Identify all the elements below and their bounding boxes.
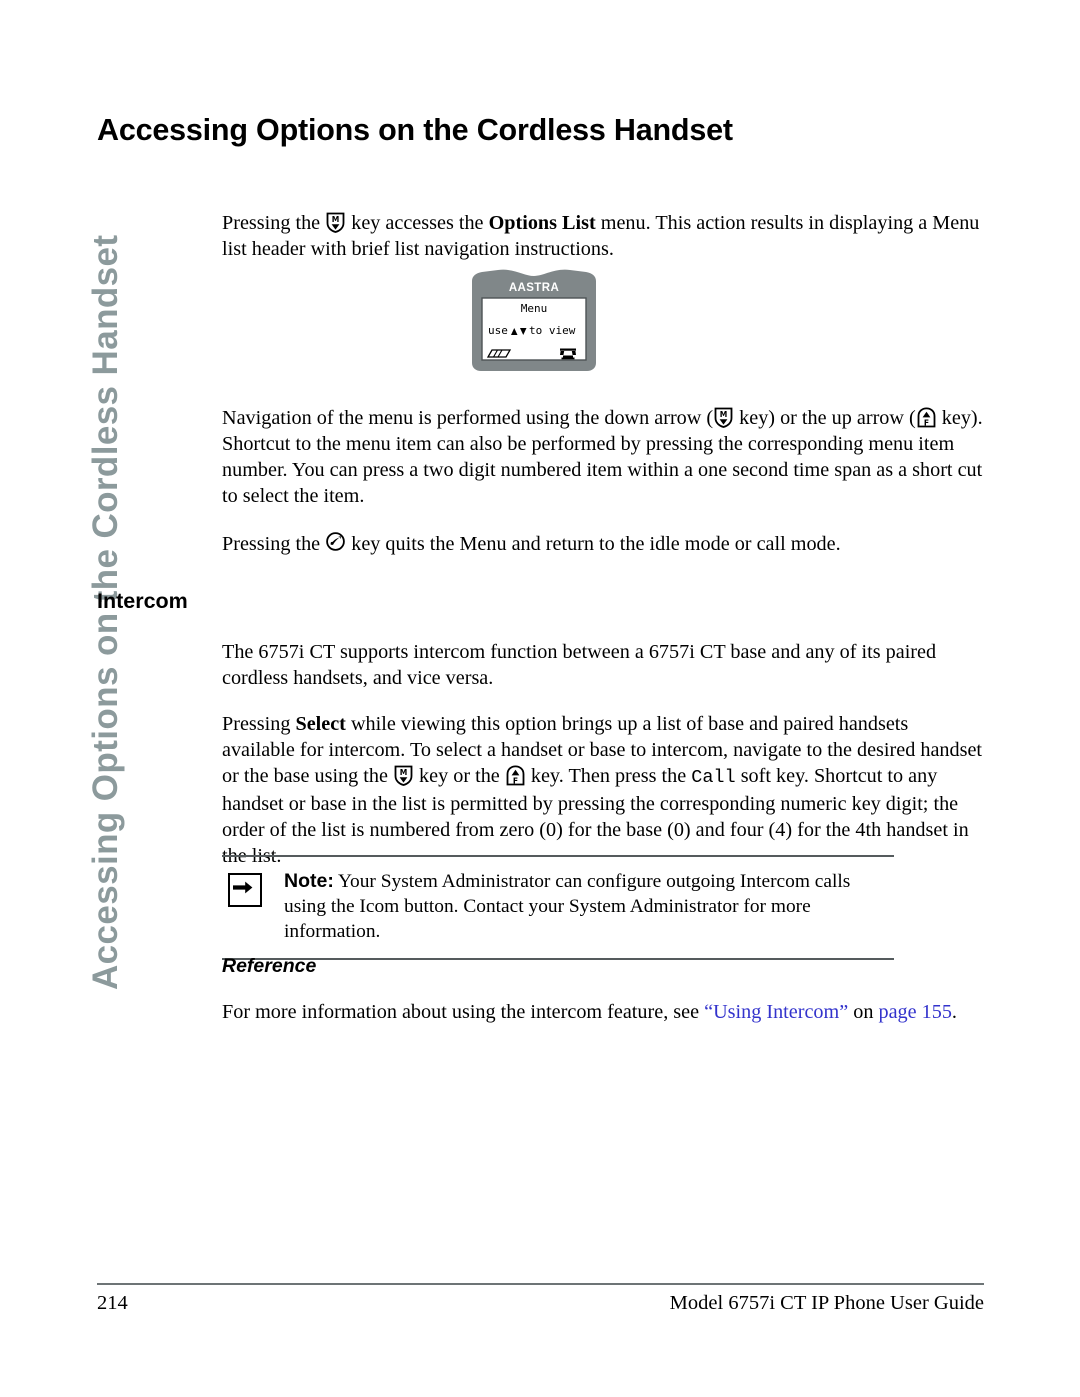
select-text-c: key or the <box>414 765 505 787</box>
hangup-key-icon <box>326 532 345 553</box>
lcd-line-navigation: use <box>488 324 508 337</box>
svg-text:F: F <box>513 776 518 785</box>
intro-text-b: key accesses the <box>346 212 489 234</box>
svg-text:M: M <box>400 768 408 777</box>
note-label: Note: <box>284 870 334 892</box>
note-body: Your System Administrator can configure … <box>284 871 851 942</box>
menu-down-arrow-key-icon: M <box>714 407 733 428</box>
svg-text:M: M <box>720 410 728 419</box>
keypad-icon <box>486 349 512 358</box>
up-arrow-feature-key-icon: F <box>917 407 936 428</box>
intro-text-a: Pressing the <box>222 212 326 234</box>
nav-text-b: key) or the up arrow ( <box>734 407 916 429</box>
intercom-heading: Intercom <box>97 589 188 613</box>
call-softkey-label: Call <box>691 767 736 788</box>
intro-paragraph: Pressing the M key accesses the Options … <box>222 210 984 262</box>
select-bold: Select <box>295 713 346 735</box>
link-using-intercom[interactable]: “Using Intercom” <box>704 1001 848 1023</box>
intercom-paragraph-1: The 6757i CT supports intercom function … <box>222 641 937 689</box>
note-block: Note: Your System Administrator can conf… <box>222 855 894 960</box>
select-text-d: key. Then press the <box>525 765 692 787</box>
reference-text-c: . <box>951 1001 957 1023</box>
quit-paragraph: Pressing the key quits the Menu and retu… <box>222 531 984 557</box>
reference-paragraph: For more information about using the int… <box>222 999 984 1025</box>
select-text-a: Pressing <box>222 713 296 735</box>
link-page-155[interactable]: page 155 <box>878 1001 951 1023</box>
navigation-paragraph: Navigation of the menu is performed usin… <box>222 405 984 509</box>
nav-text-a: Navigation of the menu is performed usin… <box>222 407 714 429</box>
up-arrow-feature-key-icon: F <box>506 765 525 786</box>
page-title: Accessing Options on the Cordless Handse… <box>97 113 733 147</box>
reference-heading: Reference <box>222 955 317 977</box>
note-text: Note: Your System Administrator can conf… <box>284 869 894 944</box>
menu-down-arrow-key-icon: M <box>326 212 345 233</box>
lcd-line-menu: Menu <box>521 302 548 315</box>
footer-guide-title: Model 6757i CT IP Phone User Guide <box>669 1292 984 1314</box>
quit-text-b: key quits the Menu and return to the idl… <box>346 533 841 555</box>
footer-page-number: 214 <box>97 1292 128 1314</box>
reference-text-a: For more information about using the int… <box>222 1001 705 1023</box>
reference-text-b: on <box>848 1001 879 1023</box>
svg-text:M: M <box>332 215 340 224</box>
lcd-line-navigation-tail: to view <box>529 324 576 337</box>
quit-text-a: Pressing the <box>222 533 326 555</box>
note-rule-bottom <box>222 958 894 960</box>
options-list-bold: Options List <box>488 212 596 234</box>
intercom-paragraph-2: Pressing Select while viewing this optio… <box>222 711 984 869</box>
right-arrow-icon <box>228 873 262 907</box>
note-inner: Note: Your System Administrator can conf… <box>222 857 894 958</box>
menu-down-arrow-key-icon: M <box>394 765 413 786</box>
page-content: Accessing Options on the Cordless Handse… <box>0 0 1080 1397</box>
svg-text:F: F <box>924 418 929 427</box>
footer-rule <box>97 1283 984 1285</box>
cordless-handset-illustration: AASTRA Menu use to view <box>468 267 600 373</box>
handset-brand-label: AASTRA <box>509 282 559 294</box>
